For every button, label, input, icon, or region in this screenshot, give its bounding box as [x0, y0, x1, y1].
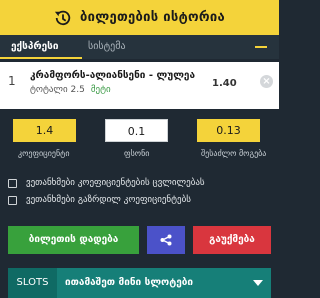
possible-win-label: შესაძლო მოგება — [201, 149, 267, 158]
tab-system[interactable]: სისტემა — [88, 35, 126, 59]
accept-odds-change-checkbox[interactable] — [8, 178, 17, 188]
betslip-tabs: ექსპრესი სისტემა — [0, 35, 279, 59]
share-button[interactable] — [147, 226, 185, 254]
active-tab-indicator — [0, 57, 82, 59]
share-icon — [160, 234, 172, 246]
chevron-down-icon[interactable] — [253, 280, 263, 286]
bet-odd: 1.40 — [212, 78, 237, 89]
accept-higher-odds-checkbox[interactable] — [8, 195, 17, 205]
accept-higher-odds-option[interactable]: ვეთანხმები გაზრდილ კოეფიციენტებს — [8, 193, 268, 207]
bet-market-name: ტოტალი 2.5 — [30, 85, 85, 95]
slots-text: ითამაშეთ მინი სლოტები — [65, 277, 194, 288]
accept-higher-odds-label: ვეთანხმები გაზრდილ კოეფიციენტებს — [26, 195, 191, 205]
accept-odds-change-option[interactable]: ვეთანხმები კოეფიციენტების ცვლილებას — [8, 176, 268, 190]
bet-market: ტოტალი 2.5 მეტი — [30, 85, 111, 95]
bet-item: 1 კრამფორს-ალიანსენი - ლულეა ტოტალი 2.5 მ… — [0, 62, 279, 109]
slots-selector[interactable]: SLOTS ითამაშეთ მინი სლოტები — [8, 268, 271, 298]
coefficient-field: 1.4 — [13, 119, 76, 142]
history-icon — [54, 10, 71, 25]
tab-express[interactable]: ექსპრესი — [11, 35, 58, 59]
bet-inputs: 1.4 0.1 0.13 კოეფიციენტი ფსონი შესაძლო მ… — [0, 109, 279, 174]
bet-match: კრამფორს-ალიანსენი - ლულეა — [30, 70, 196, 81]
header-bar: ბილეთების ისტორია — [0, 0, 279, 35]
slots-label: SLOTS — [8, 268, 57, 298]
bet-number: 1 — [8, 74, 16, 88]
cancel-button[interactable]: გაუქმება — [193, 226, 271, 254]
place-bet-button[interactable]: ბილეთის დადება — [8, 226, 139, 254]
bet-pick: მეტი — [90, 85, 111, 95]
accept-odds-change-label: ვეთანხმები კოეფიციენტების ცვლილებას — [26, 178, 205, 188]
collapse-icon[interactable] — [255, 41, 267, 53]
stake-label: ფსონი — [124, 149, 150, 158]
remove-bet-icon[interactable]: × — [260, 75, 273, 88]
possible-win-field: 0.13 — [197, 119, 260, 142]
coefficient-label: კოეფიციენტი — [18, 149, 70, 158]
header-title[interactable]: ბილეთების ისტორია — [80, 10, 225, 25]
stake-input[interactable]: 0.1 — [105, 119, 168, 142]
